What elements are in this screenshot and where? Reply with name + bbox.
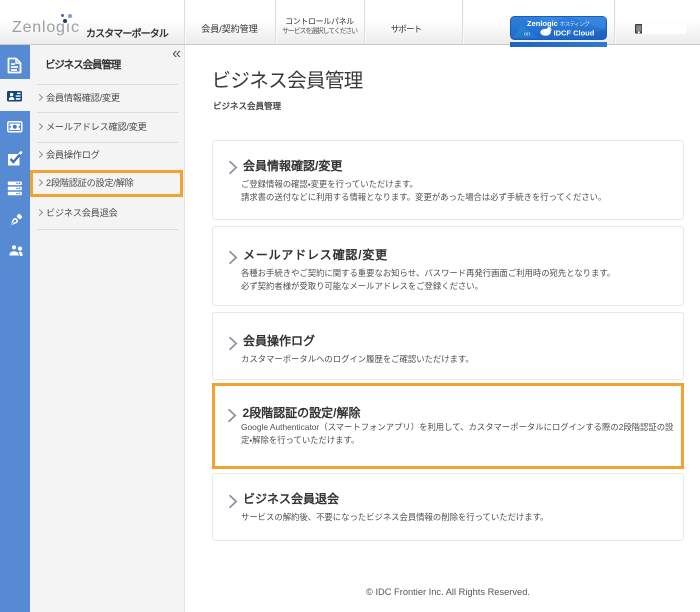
svg-text:IDCF Cloud: IDCF Cloud (554, 28, 595, 37)
svg-text:on: on (524, 31, 530, 37)
svg-text:ホスティング: ホスティング (560, 20, 591, 28)
svg-text:Zenlogic: Zenlogic (527, 19, 558, 28)
